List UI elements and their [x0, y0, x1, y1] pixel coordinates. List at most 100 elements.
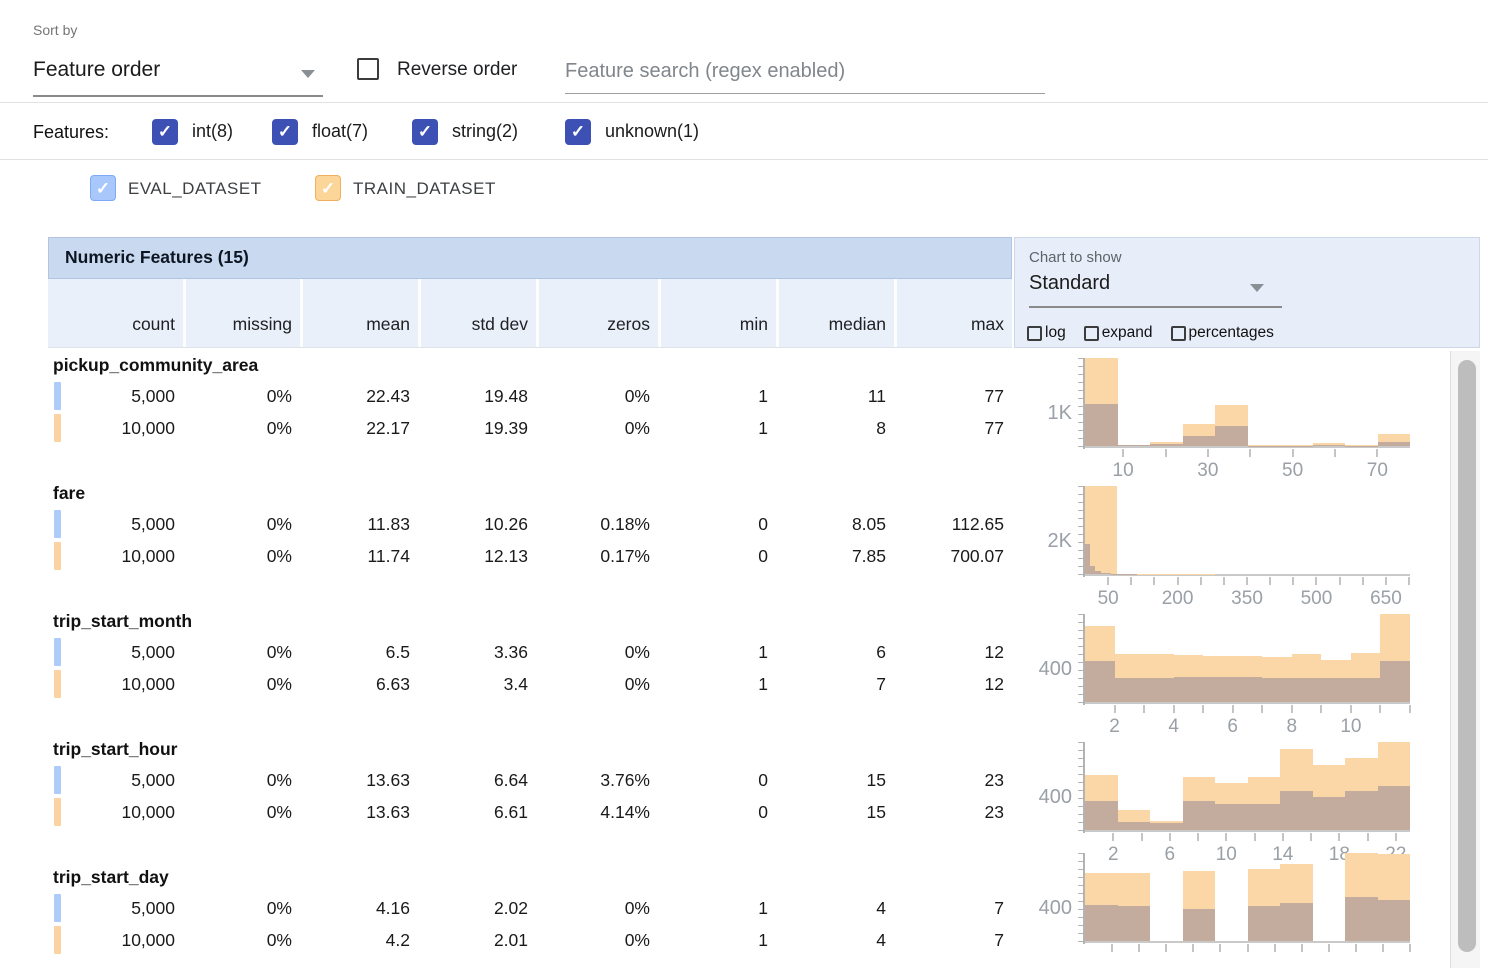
- train-stats-row: 10,0000%11.7412.130.17%07.85700.07: [48, 540, 1012, 572]
- eval-histogram-bar: [1150, 823, 1183, 830]
- stat-value: 0%: [183, 668, 300, 700]
- column-header-median: median: [776, 279, 894, 347]
- train-dataset-checkbox[interactable]: ✓: [315, 175, 341, 201]
- percentages-checkbox[interactable]: [1171, 326, 1186, 341]
- train-color-chip: [54, 670, 61, 698]
- histogram-trip_start_hour: 4002610141822: [1014, 732, 1450, 860]
- eval-histogram-bar: [1248, 804, 1281, 830]
- stat-value: 0: [658, 508, 776, 540]
- train-color-chip: [54, 798, 61, 826]
- stat-value: 15: [776, 764, 894, 796]
- stat-value: 10.26: [418, 508, 536, 540]
- stat-value: 2.01: [418, 924, 536, 956]
- stat-value: 0%: [183, 380, 300, 412]
- x-axis-tick: [1254, 833, 1256, 841]
- train-stats-row: 10,0000%6.633.40%1712: [48, 668, 1012, 700]
- vertical-scrollbar[interactable]: [1450, 351, 1480, 968]
- feature-type-checkbox-float[interactable]: ✓: [272, 119, 298, 145]
- stat-value: 10,000: [48, 668, 183, 700]
- stat-value: 0%: [183, 764, 300, 796]
- x-axis-tick: [1274, 944, 1276, 952]
- y-axis-label: 1K: [1014, 402, 1072, 425]
- x-axis-tick: [1112, 833, 1114, 841]
- eval-histogram-bar: [1292, 678, 1322, 702]
- eval-histogram-bar: [1215, 426, 1248, 446]
- sort-by-select[interactable]: Feature order: [33, 48, 323, 97]
- eval-histogram-bar: [1233, 677, 1263, 702]
- eval-stats-row: 5,0000%4.162.020%147: [48, 892, 1012, 924]
- stat-value: 4: [776, 892, 894, 924]
- x-axis-tick: [1320, 705, 1322, 713]
- stat-value: 11.83: [300, 508, 418, 540]
- eval-histogram-bar: [1378, 442, 1411, 446]
- stat-value: 1: [658, 412, 776, 444]
- x-axis-tick: [1169, 833, 1171, 841]
- log-checkbox[interactable]: [1027, 326, 1042, 341]
- x-axis-tick: [1143, 705, 1145, 713]
- scrollbar-thumb[interactable]: [1458, 360, 1476, 952]
- x-axis-tick: [1292, 449, 1294, 457]
- x-axis-tick: [1355, 944, 1357, 952]
- chart-option-checkboxes: log expand percentages: [1027, 324, 1274, 342]
- chart-option-percentages: percentages: [1171, 324, 1274, 342]
- stat-value: 0%: [536, 668, 658, 700]
- x-axis-tick: [1301, 944, 1303, 952]
- eval-histogram-bar: [1380, 661, 1410, 702]
- feature-search-field: [565, 50, 1045, 94]
- stat-value: 8.05: [776, 508, 894, 540]
- x-axis-tick: [1111, 944, 1113, 952]
- column-header-missing: missing: [183, 279, 300, 347]
- eval-histogram-bar: [1378, 786, 1411, 830]
- eval-stats-row: 5,0000%11.8310.260.18%08.05112.65: [48, 508, 1012, 540]
- stat-value: 700.07: [894, 540, 1012, 572]
- stat-value: 0%: [183, 796, 300, 828]
- feature-search-input[interactable]: [565, 50, 1045, 93]
- column-header-mean: mean: [300, 279, 418, 347]
- x-axis-tick: [1122, 449, 1124, 457]
- stat-value: 7: [776, 668, 894, 700]
- eval-histogram-bar: [1280, 791, 1313, 830]
- x-axis-tick: [1362, 577, 1364, 585]
- feature-name: trip_start_hour: [48, 732, 1012, 764]
- stat-value: 2.02: [418, 892, 536, 924]
- stat-value: 0%: [183, 540, 300, 572]
- eval-color-chip: [54, 894, 61, 922]
- stat-value: 12: [894, 636, 1012, 668]
- x-axis-tick: [1249, 449, 1251, 457]
- x-axis-tick: [1409, 944, 1411, 952]
- stat-value: 22.43: [300, 380, 418, 412]
- histogram-trip_start_month: 400246810: [1014, 604, 1450, 732]
- x-axis-tick: [1269, 577, 1271, 585]
- x-axis-tick: [1219, 944, 1221, 952]
- feature-type-checkbox-string[interactable]: ✓: [412, 119, 438, 145]
- features-bar-divider: [0, 159, 1488, 160]
- x-axis-tick: [1130, 577, 1132, 585]
- histogram-pickup_community_area: 1K 10305070: [1014, 348, 1450, 476]
- stat-value: 0%: [536, 636, 658, 668]
- eval-histogram-bar: [1378, 900, 1411, 941]
- stat-value: 6.63: [300, 668, 418, 700]
- feature-name: trip_start_month: [48, 604, 1012, 636]
- y-axis-ruler: [1078, 486, 1085, 577]
- eval-color-chip: [54, 382, 61, 410]
- y-axis-label: 400: [1014, 658, 1072, 681]
- stat-value: 13.63: [300, 764, 418, 796]
- chart-option-log: log: [1027, 324, 1066, 342]
- chart-type-select[interactable]: Standard: [1029, 270, 1282, 308]
- eval-dataset-checkbox[interactable]: ✓: [90, 175, 116, 201]
- eval-histogram-bar: [1321, 678, 1351, 702]
- expand-checkbox[interactable]: [1084, 326, 1099, 341]
- stat-value: 4: [776, 924, 894, 956]
- stat-value: 1: [658, 636, 776, 668]
- feature-block: fare5,0000%11.8310.260.18%08.05112.6510,…: [48, 476, 1012, 604]
- x-axis-ticks: 10305070: [1085, 449, 1410, 475]
- x-axis-tick: [1141, 833, 1143, 841]
- stat-value: 10,000: [48, 412, 183, 444]
- feature-type-checkbox-unknown[interactable]: ✓: [565, 119, 591, 145]
- reverse-order-checkbox[interactable]: [357, 58, 379, 80]
- stat-value: 0.18%: [536, 508, 658, 540]
- eval-histogram-bar: [1085, 404, 1118, 446]
- x-axis-tick: [1350, 705, 1352, 713]
- feature-block: trip_start_hour5,0000%13.636.643.76%0152…: [48, 732, 1012, 860]
- feature-type-checkbox-int[interactable]: ✓: [152, 119, 178, 145]
